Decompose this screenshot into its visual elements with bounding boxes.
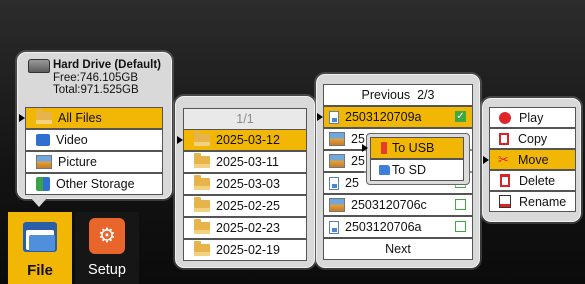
picture-file-icon	[329, 198, 345, 212]
sd-card-icon	[379, 165, 390, 175]
file-label: 25	[345, 176, 359, 190]
category-other-storage[interactable]: Other Storage	[25, 173, 163, 195]
next-page-button[interactable]: Next	[323, 238, 473, 260]
tab-label: File	[27, 262, 53, 279]
folder-item[interactable]: 2025-02-25	[183, 195, 307, 217]
file-manager-icon	[23, 222, 57, 252]
checkbox-icon[interactable]	[455, 199, 466, 210]
selection-pointer	[317, 113, 323, 121]
action-label: Copy	[518, 131, 548, 146]
previous-page-button[interactable]: Previous 2/3	[323, 84, 473, 106]
folder-icon	[194, 153, 210, 168]
folder-panel: 1/1 2025-03-12 2025-03-11 2025-03-03 202…	[175, 96, 315, 268]
play-icon	[499, 111, 511, 124]
folder-icon	[194, 197, 210, 212]
tab-setup[interactable]: ⚙ Setup	[75, 212, 139, 284]
to-usb-option[interactable]: To USB	[370, 137, 464, 159]
folder-label: 2025-03-12	[216, 133, 280, 147]
video-icon	[36, 134, 50, 146]
folder-page-indicator: 1/1	[183, 108, 307, 130]
folder-item[interactable]: 2025-03-12	[183, 129, 307, 151]
copy-action[interactable]: Copy	[489, 128, 576, 149]
other-storage-icon	[36, 177, 50, 191]
transfer-label: To USB	[392, 141, 435, 155]
trash-icon	[500, 174, 510, 187]
folder-icon	[194, 241, 210, 256]
drive-total-space: Total:971.525GB	[53, 84, 139, 96]
folder-label: 2025-02-19	[216, 243, 280, 257]
folder-label: 2025-02-25	[216, 199, 280, 213]
folder-item[interactable]: 2025-03-11	[183, 151, 307, 173]
picture-file-icon	[329, 154, 345, 168]
selection-pointer	[177, 136, 183, 144]
folder-item[interactable]: 2025-03-03	[183, 173, 307, 195]
file-item[interactable]: 2503120706a	[323, 216, 473, 238]
gear-icon: ⚙	[89, 218, 125, 254]
video-file-icon	[329, 220, 339, 234]
category-picture[interactable]: Picture	[25, 151, 163, 173]
storage-panel: Hard Drive (Default) Free:746.105GB Tota…	[17, 52, 172, 199]
drive-free-space: Free:746.105GB	[53, 72, 139, 84]
category-label: All Files	[58, 111, 102, 125]
picture-icon	[36, 155, 52, 169]
panel-callout-arrow	[30, 197, 48, 207]
folder-item[interactable]: 2025-02-19	[183, 239, 307, 261]
selection-pointer	[362, 144, 368, 152]
usb-icon	[381, 142, 387, 154]
action-label: Play	[519, 110, 544, 125]
action-label: Delete	[519, 173, 556, 188]
file-item[interactable]: 2503120709a ✓	[323, 106, 473, 128]
action-label: Rename	[519, 194, 567, 209]
file-label: 2503120706c	[351, 198, 427, 212]
tab-label: Setup	[88, 262, 126, 278]
folder-item[interactable]: 2025-02-23	[183, 217, 307, 239]
folder-icon	[36, 109, 52, 124]
picture-file-icon	[329, 132, 345, 146]
file-label: 25	[351, 154, 365, 168]
file-item[interactable]: 2503120706c	[323, 194, 473, 216]
selection-pointer	[19, 114, 25, 122]
to-sd-option[interactable]: To SD	[370, 159, 464, 181]
drive-name: Hard Drive (Default)	[53, 59, 161, 71]
folder-label: 2025-02-23	[216, 221, 280, 235]
category-label: Video	[56, 133, 88, 147]
category-video[interactable]: Video	[25, 129, 163, 151]
category-label: Other Storage	[56, 177, 135, 191]
transfer-label: To SD	[392, 163, 427, 177]
category-label: Picture	[58, 155, 97, 169]
play-action[interactable]: Play	[489, 107, 576, 128]
move-action[interactable]: ✂ Move	[489, 149, 576, 170]
dvr-file-manager-screen: Hard Drive (Default) Free:746.105GB Tota…	[0, 0, 585, 284]
previous-page-label: Previous 2/3	[361, 88, 435, 102]
scissors-icon: ✂	[498, 151, 509, 167]
video-file-icon	[329, 110, 339, 124]
checkbox-icon[interactable]	[455, 221, 466, 232]
file-label: 2503120706a	[345, 220, 422, 234]
folder-label: 2025-03-11	[216, 155, 280, 169]
tab-file[interactable]: File	[8, 212, 72, 284]
action-panel: Play Copy ✂ Move Delete Rename	[482, 98, 581, 222]
hard-drive-icon	[28, 59, 50, 73]
file-label: 2503120709a	[345, 110, 422, 124]
checked-checkbox-icon[interactable]: ✓	[455, 111, 466, 122]
folder-icon	[194, 175, 210, 190]
rename-action[interactable]: Rename	[489, 191, 576, 212]
video-file-icon	[329, 176, 339, 190]
next-page-label: Next	[385, 242, 411, 256]
category-all-files[interactable]: All Files	[25, 107, 163, 129]
rename-icon	[499, 195, 511, 208]
folder-icon	[194, 131, 210, 146]
transfer-menu: To USB To SD	[362, 133, 470, 185]
folder-icon	[194, 219, 210, 234]
folder-label: 2025-03-03	[216, 177, 280, 191]
copy-icon	[499, 132, 509, 145]
selection-pointer	[483, 156, 489, 164]
action-label: Move	[518, 152, 549, 167]
delete-action[interactable]: Delete	[489, 170, 576, 191]
